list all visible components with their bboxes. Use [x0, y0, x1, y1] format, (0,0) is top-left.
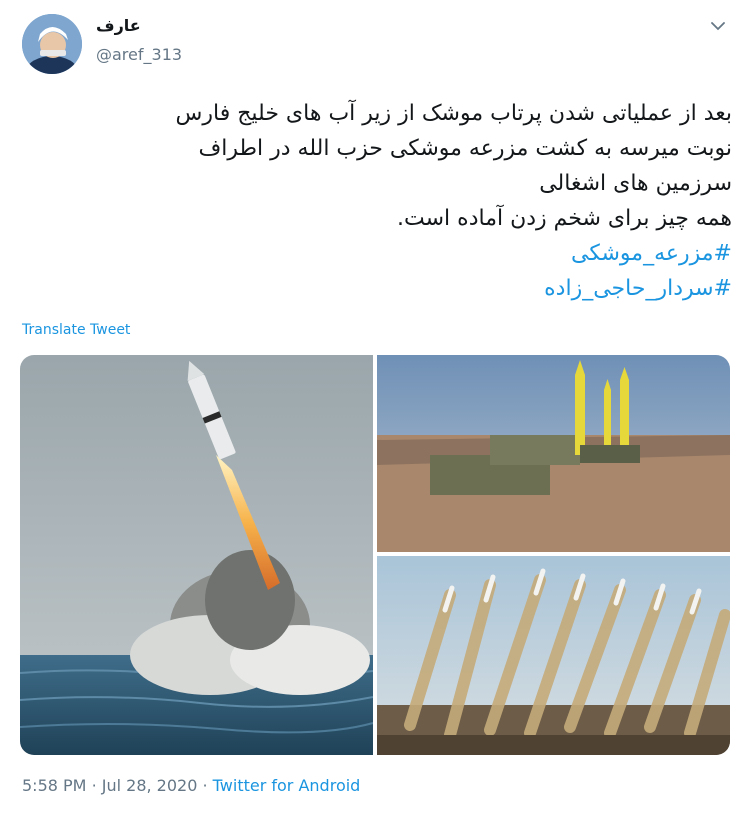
tweet-line: همه چیز برای شخم زدن آماده است.: [397, 206, 732, 231]
tweet-date[interactable]: Jul 28, 2020: [102, 776, 198, 795]
author-name[interactable]: عارف: [96, 16, 141, 35]
media-grid: [20, 355, 730, 755]
hashtag-link[interactable]: #سردار_حاجی_زاده: [20, 271, 732, 306]
avatar-image: [22, 14, 82, 74]
chevron-down-icon: [711, 22, 725, 31]
tweet-footer: 5:58 PM · Jul 28, 2020 · Twitter for And…: [22, 776, 360, 795]
footer-separator: ·: [202, 776, 208, 795]
hashtag-link[interactable]: #مزرعه_موشکی: [20, 236, 732, 271]
avatar[interactable]: [22, 14, 82, 74]
footer-separator: ·: [91, 776, 97, 795]
tweet-line: بعد از عملیاتی شدن پرتاب موشک از زیر آب …: [175, 101, 732, 126]
tweet-line: سرزمین های اشغالی: [539, 171, 732, 196]
media-image-missile-salvo[interactable]: [377, 556, 730, 755]
media-image-submarine-launch[interactable]: [20, 355, 374, 755]
media-image-missile-launchers[interactable]: [377, 355, 730, 552]
tweet-menu-button[interactable]: [706, 14, 730, 38]
tweet-text: بعد از عملیاتی شدن پرتاب موشک از زیر آب …: [20, 96, 732, 306]
tweet-line: نوبت میرسه به کشت مزرعه موشکی حزب الله د…: [198, 136, 732, 161]
translate-tweet-link[interactable]: Translate Tweet: [22, 322, 130, 338]
tweet-time[interactable]: 5:58 PM: [22, 776, 86, 795]
author-handle[interactable]: @aref_313: [96, 45, 182, 64]
tweet-source-link[interactable]: Twitter for Android: [213, 776, 361, 795]
